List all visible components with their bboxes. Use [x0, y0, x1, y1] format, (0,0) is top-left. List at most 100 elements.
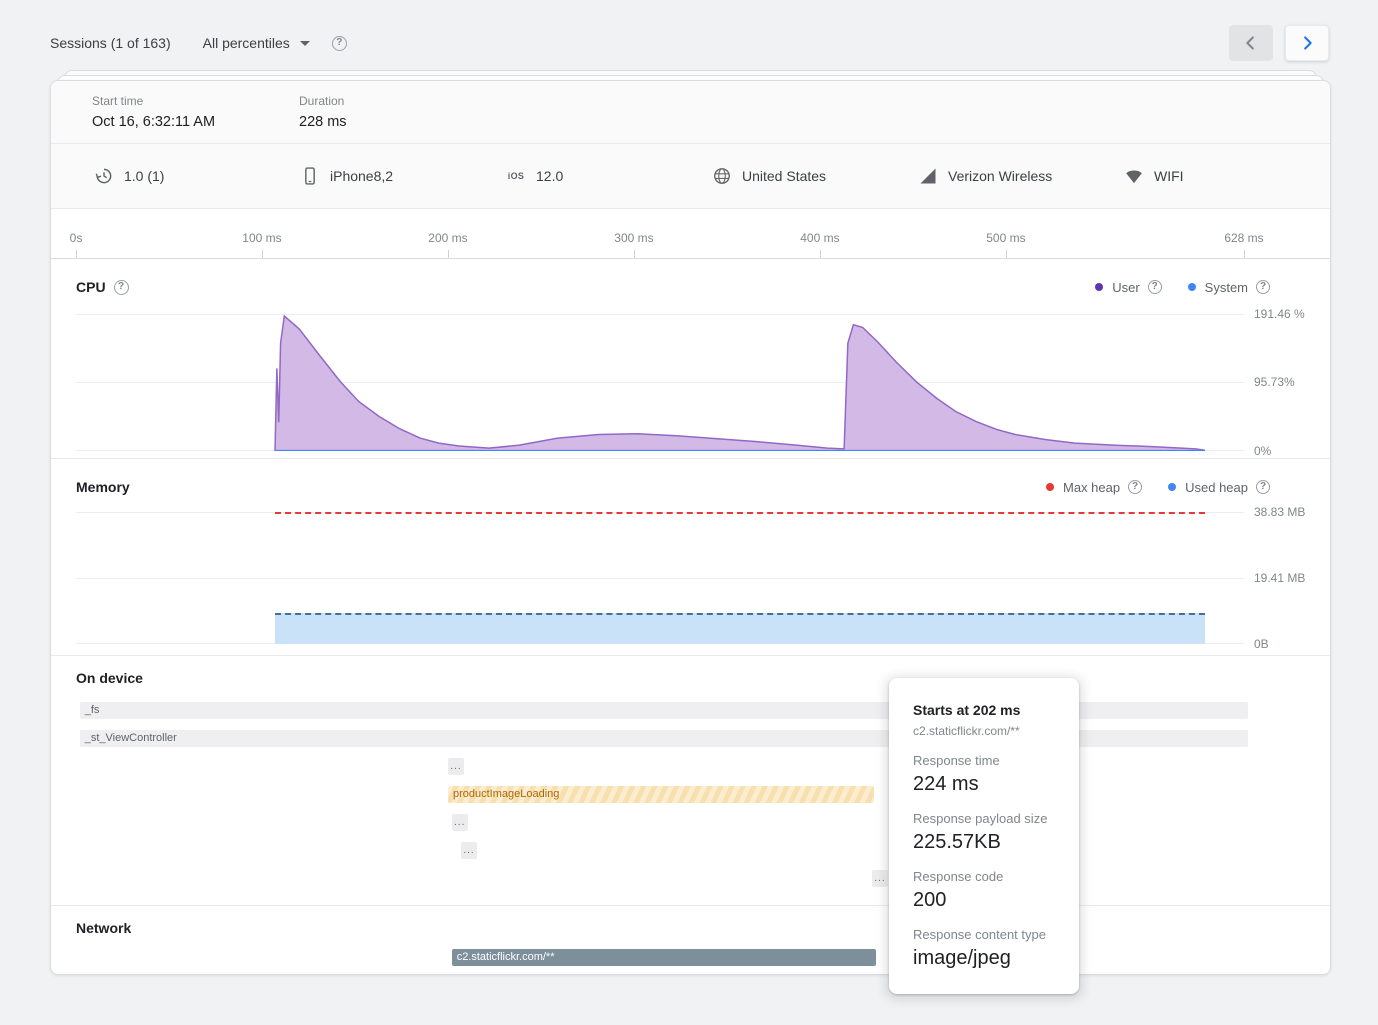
bar-label: ...: [454, 817, 465, 828]
session-attribute: Verizon Wireless: [918, 166, 1124, 186]
timeline-tick-label: 400 ms: [800, 231, 839, 245]
y-axis-label: 19.41 MB: [1254, 571, 1312, 587]
collapsed-bar[interactable]: ...: [452, 814, 468, 831]
legend-dot-icon: [1188, 283, 1196, 291]
bar-label: ...: [874, 873, 885, 884]
legend-item: Used heap?: [1168, 480, 1270, 495]
tooltip-subtitle: c2.staticflickr.com/**: [913, 724, 1055, 738]
bar-label: ...: [450, 761, 461, 772]
network-section-header: Network: [51, 906, 1330, 938]
tooltip-field-value: 225.57KB: [913, 830, 1055, 854]
tooltip-title: Starts at 202 ms: [913, 702, 1055, 718]
collapsed-bar[interactable]: ...: [872, 870, 888, 887]
used-heap-band[interactable]: [275, 613, 1205, 644]
country-icon: [712, 166, 732, 186]
help-icon[interactable]: ?: [1128, 480, 1142, 494]
tooltip-field-label: Response payload size: [913, 811, 1055, 826]
timeline-tick-label: 628 ms: [1224, 231, 1263, 245]
legend-label: User: [1112, 280, 1139, 295]
legend-dot-icon: [1168, 483, 1176, 491]
timeline-tick-mark: [76, 250, 77, 258]
bar-label: productImageLoading: [448, 788, 559, 800]
timeline-tick-mark: [262, 250, 263, 258]
session-attribute-value: Verizon Wireless: [948, 168, 1052, 184]
session-summary: Start time Oct 16, 6:32:11 AM Duration 2…: [51, 81, 1330, 144]
chevron-left-icon: [1240, 32, 1262, 54]
network-section-title: Network: [76, 920, 131, 936]
bar-label: ...: [463, 845, 474, 856]
help-icon[interactable]: ?: [1256, 280, 1270, 294]
collapsed-bar[interactable]: ...: [461, 842, 477, 859]
tooltip-field-label: Response code: [913, 869, 1055, 884]
tooltip-field-label: Response time: [913, 753, 1055, 768]
y-axis-label: 0B: [1254, 637, 1312, 653]
cpu-y-axis: 191.46 %95.73%0%: [1254, 311, 1312, 451]
cpu-section-header: CPU ? User?System?: [51, 259, 1330, 303]
network-section: Network c2.staticflickr.com/**: [51, 906, 1330, 976]
memory-section-header: Memory Max heap?Used heap?: [51, 459, 1330, 503]
session-attribute-value: United States: [742, 168, 826, 184]
timeline-ruler-section: 0s100 ms200 ms300 ms400 ms500 ms628 ms: [51, 209, 1330, 259]
session-attribute-value: WIFI: [1154, 168, 1184, 184]
legend-label: Used heap: [1185, 480, 1248, 495]
collapsed-bar[interactable]: ...: [448, 758, 464, 775]
carrier-icon: [918, 166, 938, 186]
gridline: [76, 578, 1244, 579]
tooltip-field-value: 224 ms: [913, 772, 1055, 796]
memory-chart[interactable]: [76, 499, 1244, 644]
percentiles-dropdown[interactable]: All percentiles: [203, 35, 310, 51]
bar-label: c2.staticflickr.com/**: [452, 951, 555, 963]
help-icon[interactable]: ?: [332, 36, 347, 51]
percentiles-dropdown-label: All percentiles: [203, 35, 290, 51]
session-attribute-value: iPhone8,2: [330, 168, 393, 184]
device-icon: [300, 166, 320, 186]
timeline-tick-label: 500 ms: [986, 231, 1025, 245]
timeline-tick-mark: [448, 250, 449, 258]
timeline-tick-label: 300 ms: [614, 231, 653, 245]
app-version-icon: [94, 166, 114, 186]
help-icon[interactable]: ?: [114, 280, 129, 295]
timeline-tick-mark: [820, 250, 821, 258]
help-icon[interactable]: ?: [1148, 280, 1162, 294]
on-device-section-header: On device: [51, 656, 1330, 688]
timeline-tick-mark: [1244, 250, 1245, 258]
cpu-area-chart: [76, 311, 1244, 451]
radio-icon: [1124, 166, 1144, 186]
request-tooltip: Starts at 202 ms c2.staticflickr.com/** …: [889, 678, 1079, 994]
chevron-right-icon: [1296, 32, 1318, 54]
on-device-section: On device _fs_st_ViewController...produc…: [51, 656, 1330, 906]
os-icon: iOS: [506, 166, 526, 186]
on-device-section-title: On device: [76, 670, 143, 686]
session-attribute-value: 12.0: [536, 168, 563, 184]
next-session-button[interactable]: [1285, 25, 1329, 61]
max-heap-line[interactable]: [275, 512, 1205, 514]
tooltip-field-value: image/jpeg: [913, 946, 1055, 970]
highlight-bar[interactable]: productImageLoading: [448, 786, 874, 803]
session-attribute-value: 1.0 (1): [124, 168, 164, 184]
legend-item: System?: [1188, 280, 1270, 295]
y-axis-label: 191.46 %: [1254, 307, 1312, 323]
previous-session-button[interactable]: [1229, 25, 1273, 61]
timeline-tick-label: 0s: [70, 231, 83, 245]
cpu-chart[interactable]: [76, 311, 1244, 451]
network-bar[interactable]: c2.staticflickr.com/**: [452, 949, 876, 966]
sessions-count-label: Sessions (1 of 163): [50, 35, 171, 51]
legend-item: User?: [1095, 280, 1161, 295]
help-icon[interactable]: ?: [1256, 480, 1270, 494]
bar-label: _fs: [80, 704, 100, 716]
timeline-tick-mark: [634, 250, 635, 258]
timeline-tick-label: 100 ms: [242, 231, 281, 245]
legend-label: Max heap: [1063, 480, 1120, 495]
session-attributes: 1.0 (1) iPhone8,2 iOS 12.0 United States Veri…: [51, 144, 1330, 209]
start-time-label: Start time: [92, 94, 299, 108]
session-attribute: iPhone8,2: [300, 166, 506, 186]
session-attribute: United States: [712, 166, 918, 186]
legend-label: System: [1205, 280, 1248, 295]
memory-section: Memory Max heap?Used heap? 38.83 MB19.41…: [51, 459, 1330, 656]
y-axis-label: 95.73%: [1254, 375, 1312, 391]
session-attribute: WIFI: [1124, 166, 1330, 186]
duration-label: Duration: [299, 94, 506, 108]
y-axis-label: 38.83 MB: [1254, 504, 1312, 520]
legend-item: Max heap?: [1046, 480, 1142, 495]
y-axis-label: 0%: [1254, 444, 1312, 460]
